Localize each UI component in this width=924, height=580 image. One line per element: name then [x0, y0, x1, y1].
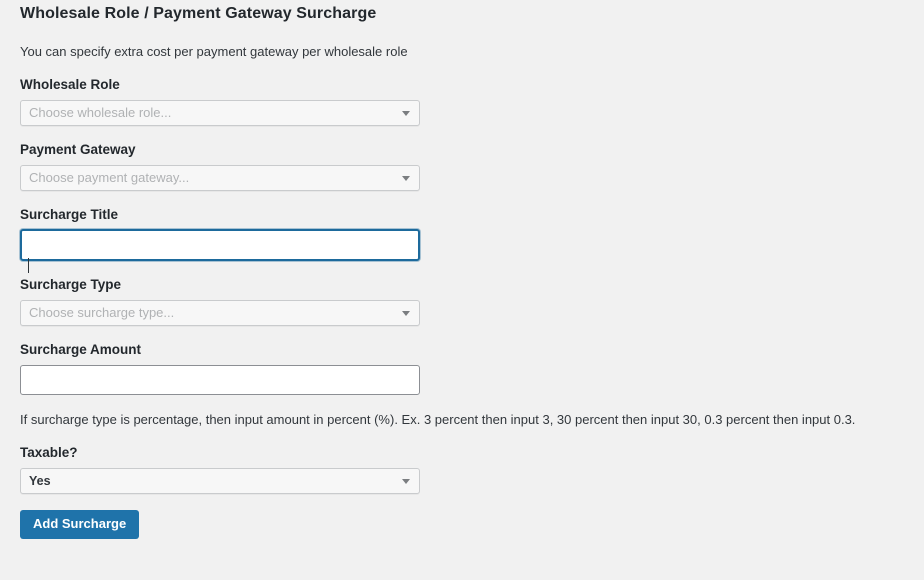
surcharge-type-select-value: Choose surcharge type...: [29, 305, 175, 320]
wholesale-role-label: Wholesale Role: [20, 77, 120, 92]
chevron-down-icon: [402, 311, 410, 316]
wholesale-role-select-value: Choose wholesale role...: [29, 105, 172, 120]
surcharge-type-select[interactable]: Choose surcharge type...: [20, 300, 420, 326]
payment-gateway-select[interactable]: Choose payment gateway...: [20, 165, 420, 191]
surcharge-amount-label: Surcharge Amount: [20, 342, 142, 357]
surcharge-settings-page: Wholesale Role / Payment Gateway Surchar…: [0, 0, 924, 580]
add-surcharge-button[interactable]: Add Surcharge: [20, 510, 140, 539]
payment-gateway-label: Payment Gateway: [20, 142, 136, 157]
taxable-select[interactable]: Yes: [20, 468, 420, 494]
surcharge-type-label: Surcharge Type: [20, 277, 122, 292]
wholesale-role-select[interactable]: Choose wholesale role...: [20, 100, 420, 126]
surcharge-title-label: Surcharge Title: [20, 207, 119, 222]
field-surcharge-title: Surcharge Title: [20, 207, 924, 261]
text-cursor: [28, 258, 29, 273]
payment-gateway-select-value: Choose payment gateway...: [29, 170, 190, 185]
surcharge-title-input[interactable]: [20, 229, 420, 261]
surcharge-amount-help-text: If surcharge type is percentage, then in…: [20, 412, 856, 427]
field-surcharge-type: Surcharge Type Choose surcharge type...: [20, 277, 924, 326]
field-wholesale-role: Wholesale Role Choose wholesale role...: [20, 77, 924, 126]
field-payment-gateway: Payment Gateway Choose payment gateway..…: [20, 142, 924, 191]
page-title: Wholesale Role / Payment Gateway Surchar…: [20, 5, 377, 22]
taxable-select-value: Yes: [29, 474, 51, 488]
chevron-down-icon: [402, 176, 410, 181]
chevron-down-icon: [402, 111, 410, 116]
page-description: You can specify extra cost per payment g…: [20, 44, 408, 59]
surcharge-amount-input[interactable]: [20, 365, 420, 395]
field-taxable: Taxable? Yes: [20, 445, 924, 494]
field-surcharge-amount: Surcharge Amount: [20, 342, 924, 395]
taxable-label: Taxable?: [20, 445, 78, 460]
chevron-down-icon: [402, 479, 410, 484]
